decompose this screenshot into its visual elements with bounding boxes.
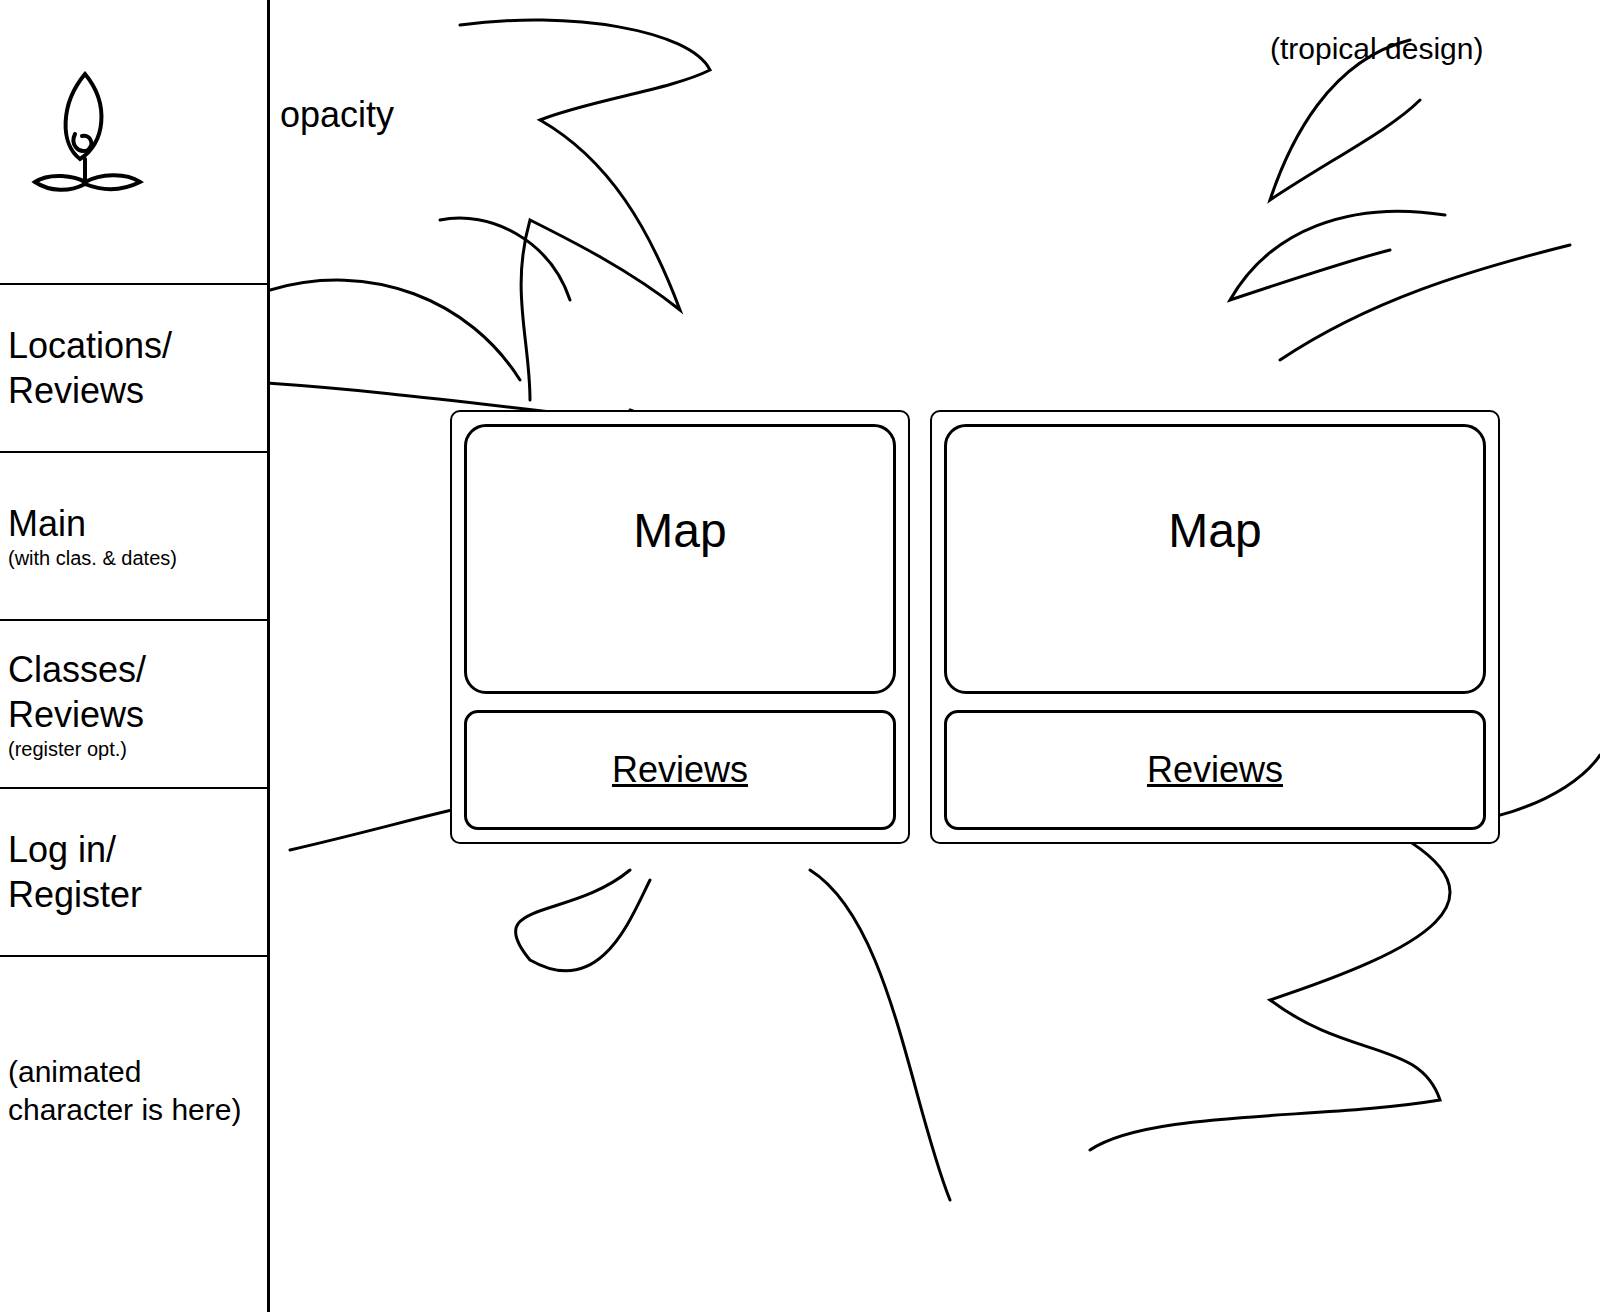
sidebar-item[interactable]: Main(with clas. & dates) [0,453,267,621]
animated-character-area: (animated character is here) [0,957,267,1312]
sidebar-item[interactable]: Classes/ Reviews(register opt.) [0,621,267,789]
reviews-box[interactable]: Reviews [464,710,896,830]
main-area: opacity (tropical design) Map Reviews Map Rev… [270,0,1600,1312]
cards-row: Map Reviews Map Reviews [270,0,1600,844]
opacity-note: opacity [280,95,394,135]
map-box[interactable]: Map [464,424,896,694]
reviews-box[interactable]: Reviews [944,710,1486,830]
wireframe-page: Locations/ ReviewsMain(with clas. & date… [0,0,1600,1312]
tropical-design-note: (tropical design) [1270,30,1510,68]
sidebar-item[interactable]: Log in/ Register [0,789,267,957]
location-card[interactable]: Map Reviews [450,410,910,844]
map-box[interactable]: Map [944,424,1486,694]
plant-logo-icon [20,64,150,204]
logo-section[interactable] [0,0,267,285]
sidebar-item[interactable]: Locations/ Reviews [0,285,267,453]
sidebar: Locations/ ReviewsMain(with clas. & date… [0,0,270,1312]
location-card[interactable]: Map Reviews [930,410,1500,844]
